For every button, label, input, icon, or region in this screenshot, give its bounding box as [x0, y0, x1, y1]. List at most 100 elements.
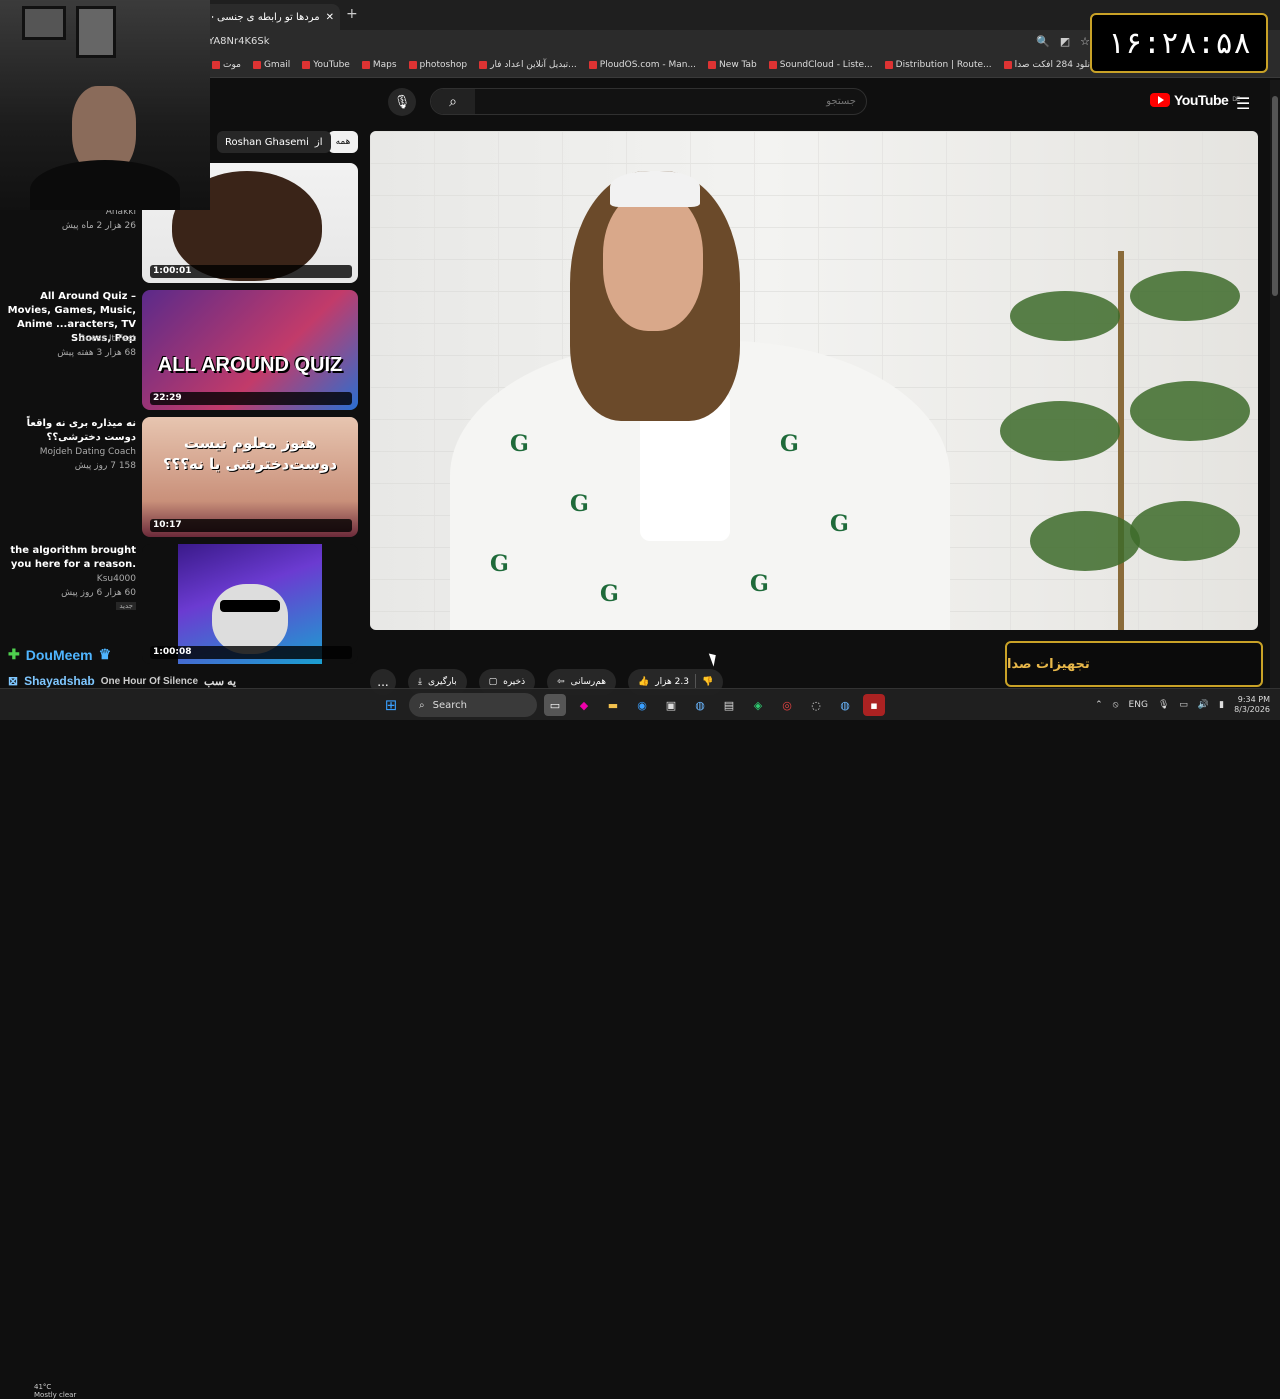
bookmark-item[interactable]: Distribution | Route... [884, 60, 992, 70]
bookmark-item[interactable]: SoundCloud - Liste... [768, 60, 873, 70]
copilot-icon[interactable]: ◆ [573, 694, 595, 716]
chip-from-channel[interactable]: Roshan Ghasemi از [217, 131, 331, 153]
video-meta: 60 هزار 6 روز پیش [61, 588, 136, 598]
clock-overlay: ۱۶:۲۸:۵۸ [1090, 13, 1268, 73]
youtube-logo[interactable]: YouTube DE [1150, 92, 1240, 108]
channel-name[interactable]: Guess It Fast [78, 334, 136, 344]
video-thumbnail[interactable]: ALL AROUND QUIZ 22:29 [142, 290, 358, 410]
plant-leaf [1130, 381, 1250, 441]
video-title[interactable]: نه میذاره بری نه واقعاً دوست دخترشی؟؟ [6, 417, 136, 445]
download-label: بارگیری [427, 677, 457, 687]
bookmark-item[interactable]: YouTube [302, 60, 350, 70]
taskbar-search[interactable]: ⌕ Search [409, 693, 537, 717]
bookmark-item[interactable]: موت [212, 60, 241, 70]
steam-icon[interactable]: ◍ [689, 694, 711, 716]
scrollbar-thumb[interactable] [1272, 96, 1278, 296]
bookmark-item[interactable]: New Tab [708, 60, 757, 70]
volume-icon[interactable]: 🔊 [1198, 700, 1209, 710]
taskbar-apps: ⊞ ⌕ Search ▭ ◆ ▬ ◉ ▣ ◍ ▤ ◈ ◎ ◌ ◍ ▪ [380, 693, 885, 717]
bookmark-favicon-icon [212, 61, 220, 69]
plant-leaf [1130, 501, 1240, 561]
bookmark-favicon-icon [708, 61, 717, 69]
new-badge: جدید [116, 602, 136, 610]
promo-overlay: تجهیزات صدا [1005, 641, 1263, 687]
bookmark-star-icon[interactable]: ☆ [1080, 35, 1090, 48]
bookmark-item[interactable]: تبدیل آنلاین اعداد فار... [479, 60, 577, 70]
duration-badge: 22:29 [150, 392, 352, 405]
search-button[interactable]: ⌕ [431, 89, 475, 114]
bookmark-label: PloudOS.com - Man... [599, 60, 697, 70]
browser-tab-active[interactable]: مردها تو رابطه ی جنسی چیا دوس دارن ✕ [190, 4, 340, 30]
recommendation-item[interactable]: هنوز معلوم نیست دوست‌دخترشی یا نه؟؟؟ 10:1… [0, 417, 360, 539]
video-thumbnail[interactable]: 1:00:08 [142, 544, 358, 664]
channel-name[interactable]: Ksu4000 [97, 574, 136, 584]
youtube-logo-text: YouTube [1174, 92, 1229, 108]
youtube-play-icon [1150, 93, 1170, 107]
obs-icon[interactable]: ◌ [805, 694, 827, 716]
chevron-up-icon[interactable]: ⌃ [1095, 700, 1103, 710]
display-icon[interactable]: ▭ [1179, 700, 1188, 710]
url-text[interactable]: YA8Nr4K6Sk [208, 36, 270, 47]
red-app-icon[interactable]: ▪ [863, 694, 885, 716]
microphone-icon: 🎙 [393, 94, 411, 110]
search-input[interactable] [475, 89, 866, 114]
bookmark-favicon-icon [884, 61, 893, 69]
bookmark-favicon-icon [361, 61, 370, 69]
language-indicator[interactable]: ENG [1129, 700, 1148, 710]
bookmark-label: New Tab [719, 60, 757, 70]
chip-all[interactable]: همه [328, 131, 358, 153]
bookmark-favicon-icon [1003, 61, 1012, 69]
video-title[interactable]: the algorithm brought you here for a rea… [6, 544, 136, 572]
presenter-cap [610, 171, 700, 207]
system-tray: ⌃ ⦸ ENG 🎙 ▭ 🔊 ▮ 9:34 PM 8/3/2026 [1095, 695, 1270, 715]
bookmark-favicon-icon [408, 61, 417, 69]
bookmark-favicon-icon [479, 61, 488, 69]
recommendation-item[interactable]: ALL AROUND QUIZ 22:29 All Around Quiz – Mo… [0, 290, 360, 412]
bookmark-item[interactable]: PloudOS.com - Man... [588, 60, 697, 70]
taskbar-clock[interactable]: 9:34 PM 8/3/2026 [1234, 695, 1270, 715]
bookmark-item[interactable]: photoshop [408, 60, 468, 70]
chat-username: Shayadshab [24, 674, 95, 688]
wall-frame [22, 6, 66, 40]
share-label: هم‌رسانی [570, 677, 606, 687]
lock-app-icon[interactable]: ▤ [718, 694, 740, 716]
tab-title: مردها تو رابطه ی جنسی چیا دوس دارن [212, 11, 320, 23]
extension-icon[interactable]: ◩ [1060, 35, 1070, 48]
bookmark-item[interactable]: Maps [361, 60, 397, 70]
steam-icon[interactable]: ◍ [834, 694, 856, 716]
like-icon[interactable]: 👍 [638, 677, 649, 687]
page-scrollbar[interactable] [1270, 80, 1280, 688]
file-explorer-icon[interactable]: ▬ [602, 694, 624, 716]
notifications-off-icon[interactable]: ⦸ [1113, 700, 1119, 710]
plus-icon: ✚ [8, 646, 20, 662]
bookmark-label: YouTube [313, 60, 350, 70]
video-thumbnail[interactable]: هنوز معلوم نیست دوست‌دخترشی یا نه؟؟؟ 10:1… [142, 417, 358, 537]
store-icon[interactable]: ▣ [660, 694, 682, 716]
plant-leaf [1010, 291, 1120, 341]
green-app-icon[interactable]: ◈ [747, 694, 769, 716]
thumbnail-text: هنوز معلوم نیست دوست‌دخترشی یا نه؟؟؟ [162, 434, 338, 473]
edge-icon[interactable]: ◉ [631, 694, 653, 716]
menu-icon[interactable]: ☰ [1236, 94, 1250, 113]
tab-close-icon[interactable]: ✕ [326, 12, 334, 23]
channel-name[interactable]: Mojdeh Dating Coach [40, 447, 136, 457]
new-tab-button[interactable]: + [346, 6, 358, 22]
windows-taskbar: 41°C Mostly clear ⊞ ⌕ Search ▭ ◆ ▬ ◉ ▣ ◍… [0, 688, 1280, 1399]
weather-widget[interactable]: 41°C Mostly clear [34, 1383, 76, 1399]
chrome-icon[interactable]: ◎ [776, 694, 798, 716]
bookmarks-list: موت Gmail YouTube Maps photoshop تبدیل آنلاین… [212, 60, 1105, 70]
video-meta: 26 هزار 2 ماه پیش [61, 221, 136, 231]
streamer-body [30, 160, 180, 210]
video-player[interactable]: G G G G G G G [370, 131, 1258, 630]
battery-icon[interactable]: ▮ [1219, 700, 1224, 710]
bookmark-label: photoshop [419, 60, 468, 70]
task-view-icon[interactable]: ▭ [544, 694, 566, 716]
chip-from-prefix: از [314, 136, 323, 148]
windows-start-icon[interactable]: ⊞ [380, 694, 402, 716]
voice-search-button[interactable]: 🎙 [388, 88, 416, 116]
zoom-icon[interactable]: 🔍 [1036, 35, 1050, 48]
microphone-icon[interactable]: 🎙 [1158, 700, 1169, 710]
jacket-pattern-mark: G [510, 431, 529, 457]
bookmark-item[interactable]: Gmail [252, 60, 290, 70]
dislike-icon[interactable]: 👎 [702, 677, 713, 687]
